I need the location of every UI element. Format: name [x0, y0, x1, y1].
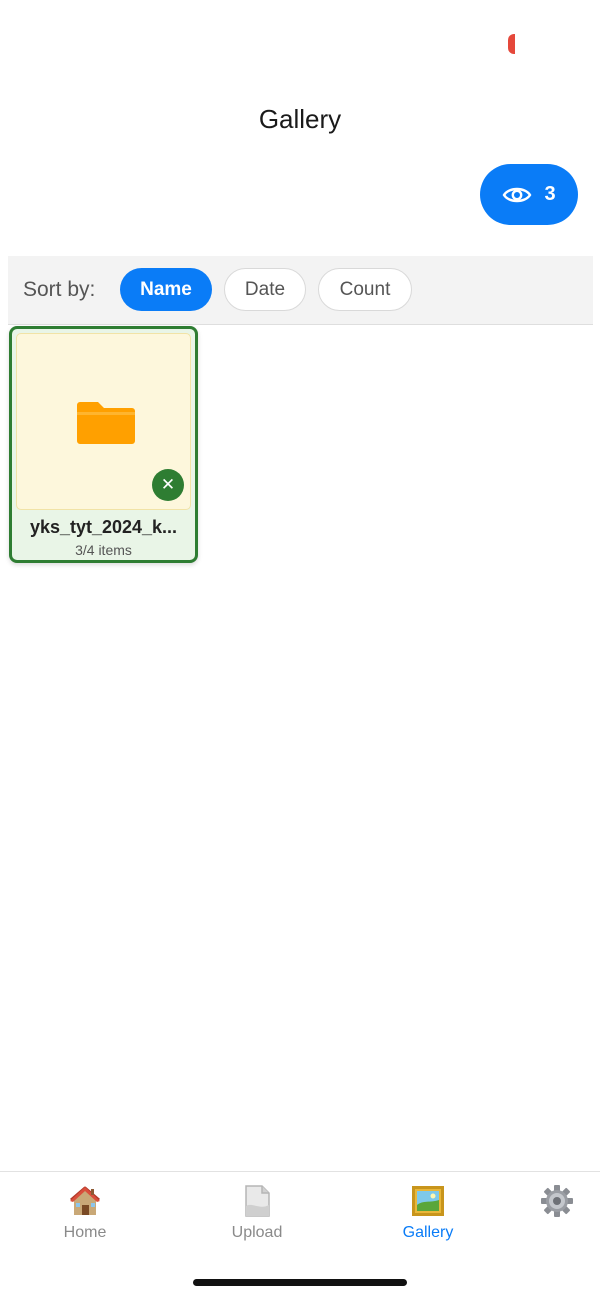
tab-settings[interactable] [497, 1184, 600, 1244]
folder-item-count: 3/4 items [75, 542, 132, 558]
sort-bar: Sort by: Name Date Count [8, 256, 593, 325]
sort-count-button[interactable]: Count [318, 268, 412, 311]
tab-upload[interactable]: Upload [197, 1184, 317, 1244]
document-icon [240, 1184, 274, 1218]
folder-card[interactable]: ✕ yks_tyt_2024_k... 3/4 items [9, 326, 198, 563]
eye-icon [502, 185, 532, 205]
folder-icon [76, 398, 136, 451]
tab-gallery[interactable]: Gallery [368, 1184, 488, 1244]
sort-name-button[interactable]: Name [120, 268, 212, 311]
gear-icon [540, 1184, 574, 1218]
tab-home-label: Home [63, 1224, 107, 1241]
tab-gallery-label: Gallery [402, 1224, 454, 1241]
close-icon: ✕ [160, 475, 176, 494]
view-count: 3 [544, 183, 556, 205]
tab-upload-label: Upload [231, 1224, 283, 1241]
sort-label: Sort by: [23, 278, 96, 301]
page-title: Gallery [258, 104, 342, 134]
gallery-screen: Gallery 3 Sort by: Name Date Count ✕ yks… [0, 0, 600, 1299]
folder-name: yks_tyt_2024_k... [29, 517, 178, 537]
home-indicator [193, 1279, 407, 1286]
status-indicator [508, 34, 515, 54]
view-count-button[interactable]: 3 [480, 164, 578, 225]
sort-date-button[interactable]: Date [224, 268, 306, 311]
framed-picture-icon [411, 1184, 445, 1218]
tab-home[interactable]: Home [25, 1184, 145, 1244]
folder-thumbnail: ✕ [16, 333, 191, 510]
house-icon [68, 1184, 102, 1218]
remove-folder-button[interactable]: ✕ [152, 469, 184, 501]
